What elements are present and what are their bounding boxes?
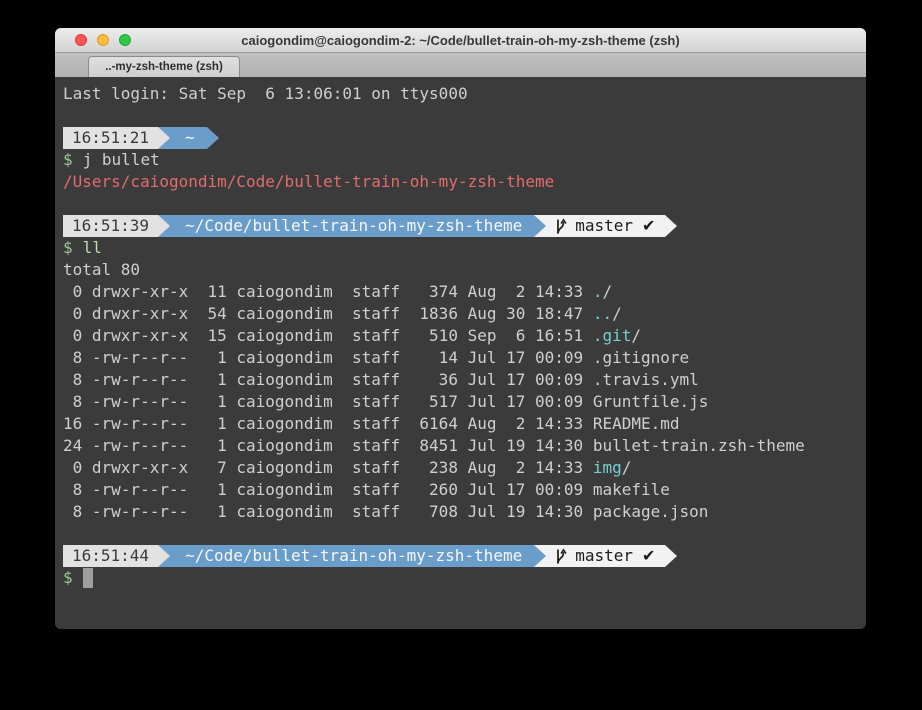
command-text: j bullet (73, 150, 160, 169)
prompt-time-segment: 16:51:44 (63, 545, 158, 567)
command-line-1: $j bullet (63, 149, 858, 171)
git-branch-icon (555, 548, 567, 565)
file-name: . (593, 282, 603, 301)
file-meta: 8 -rw-r--r-- 1 caiogondim staff 14 Jul 1… (63, 348, 593, 367)
powerline-arrow-icon (158, 127, 170, 149)
git-clean-check-icon: ✔ (642, 545, 655, 567)
prompt-line-1: 16:51:21 ~ (63, 127, 858, 149)
file-name: .travis.yml (593, 370, 699, 389)
prompt-time-segment: 16:51:21 (63, 127, 158, 149)
prompt-dir-segment: ~ (170, 127, 207, 149)
desktop: { "window": { "title": "caiogondim@caiog… (0, 0, 922, 710)
file-row: 0 drwxr-xr-x 11 caiogondim staff 374 Aug… (63, 281, 858, 303)
file-suffix: / (631, 326, 641, 345)
terminal-tab[interactable]: ..-my-zsh-theme (zsh) (88, 56, 240, 77)
terminal-window: caiogondim@caiogondim-2: ~/Code/bullet-t… (55, 28, 866, 629)
prompt-dollar: $ (63, 150, 73, 169)
file-row: 0 drwxr-xr-x 7 caiogondim staff 238 Aug … (63, 457, 858, 479)
file-meta: 0 drwxr-xr-x 7 caiogondim staff 238 Aug … (63, 458, 593, 477)
file-suffix: / (602, 282, 612, 301)
tab-label: ..-my-zsh-theme (zsh) (105, 61, 223, 73)
prompt-dollar: $ (63, 238, 73, 257)
file-row: 16 -rw-r--r-- 1 caiogondim staff 6164 Au… (63, 413, 858, 435)
file-row: 8 -rw-r--r-- 1 caiogondim staff 260 Jul … (63, 479, 858, 501)
blank-line (63, 105, 858, 127)
file-row: 8 -rw-r--r-- 1 caiogondim staff 36 Jul 1… (63, 369, 858, 391)
prompt-git-segment: master ✔ (546, 545, 665, 567)
last-login-line: Last login: Sat Sep 6 13:06:01 on ttys00… (63, 83, 858, 105)
blank-line (63, 523, 858, 545)
file-meta: 8 -rw-r--r-- 1 caiogondim staff 36 Jul 1… (63, 370, 593, 389)
file-name: makefile (593, 480, 670, 499)
jump-output-line: /Users/caiogondim/Code/bullet-train-oh-m… (63, 171, 858, 193)
command-text: ll (73, 238, 102, 257)
file-row: 8 -rw-r--r-- 1 caiogondim staff 517 Jul … (63, 391, 858, 413)
file-meta: 24 -rw-r--r-- 1 caiogondim staff 8451 Ju… (63, 436, 593, 455)
git-branch-icon (555, 218, 567, 235)
total-line: total 80 (63, 259, 858, 281)
file-row: 0 drwxr-xr-x 15 caiogondim staff 510 Sep… (63, 325, 858, 347)
traffic-lights (75, 34, 131, 46)
git-branch-name: master (575, 215, 633, 237)
file-name: package.json (593, 502, 709, 521)
command-line-2: $ll (63, 237, 858, 259)
window-title: caiogondim@caiogondim-2: ~/Code/bullet-t… (241, 33, 679, 48)
file-name: Gruntfile.js (593, 392, 709, 411)
command-line-current[interactable]: $ (63, 567, 858, 589)
powerline-arrow-icon (158, 545, 170, 567)
file-name: .gitignore (593, 348, 689, 367)
terminal-screen[interactable]: Last login: Sat Sep 6 13:06:01 on ttys00… (55, 77, 866, 629)
powerline-arrow-icon (534, 545, 546, 567)
file-meta: 16 -rw-r--r-- 1 caiogondim staff 6164 Au… (63, 414, 593, 433)
powerline-arrow-icon (665, 215, 677, 237)
file-meta: 0 drwxr-xr-x 11 caiogondim staff 374 Aug… (63, 282, 593, 301)
file-suffix: / (622, 458, 632, 477)
prompt-dollar: $ (63, 567, 73, 589)
powerline-arrow-icon (534, 215, 546, 237)
window-titlebar[interactable]: caiogondim@caiogondim-2: ~/Code/bullet-t… (55, 28, 866, 53)
prompt-line-3: 16:51:44 ~/Code/bullet-train-oh-my-zsh-t… (63, 545, 858, 567)
file-meta: 0 drwxr-xr-x 54 caiogondim staff 1836 Au… (63, 304, 593, 323)
prompt-dir-segment: ~/Code/bullet-train-oh-my-zsh-theme (170, 215, 534, 237)
file-suffix: / (612, 304, 622, 323)
file-meta: 0 drwxr-xr-x 15 caiogondim staff 510 Sep… (63, 326, 593, 345)
minimize-button[interactable] (97, 34, 109, 46)
file-name: .. (593, 304, 612, 323)
git-branch-name: master (575, 545, 633, 567)
prompt-time-segment: 16:51:39 (63, 215, 158, 237)
file-meta: 8 -rw-r--r-- 1 caiogondim staff 517 Jul … (63, 392, 593, 411)
file-name: img (593, 458, 622, 477)
zoom-button[interactable] (119, 34, 131, 46)
file-row: 0 drwxr-xr-x 54 caiogondim staff 1836 Au… (63, 303, 858, 325)
file-row: 8 -rw-r--r-- 1 caiogondim staff 14 Jul 1… (63, 347, 858, 369)
file-meta: 8 -rw-r--r-- 1 caiogondim staff 260 Jul … (63, 480, 593, 499)
file-name: .git (593, 326, 632, 345)
terminal-cursor (83, 568, 93, 588)
file-name: README.md (593, 414, 680, 433)
tab-bar: ..-my-zsh-theme (zsh) (55, 53, 866, 77)
blank-line (63, 193, 858, 215)
prompt-git-segment: master ✔ (546, 215, 665, 237)
git-clean-check-icon: ✔ (642, 215, 655, 237)
powerline-arrow-icon (158, 215, 170, 237)
file-name: bullet-train.zsh-theme (593, 436, 805, 455)
prompt-line-2: 16:51:39 ~/Code/bullet-train-oh-my-zsh-t… (63, 215, 858, 237)
powerline-arrow-icon (207, 127, 219, 149)
close-button[interactable] (75, 34, 87, 46)
file-row: 8 -rw-r--r-- 1 caiogondim staff 708 Jul … (63, 501, 858, 523)
powerline-arrow-icon (665, 545, 677, 567)
prompt-dir-segment: ~/Code/bullet-train-oh-my-zsh-theme (170, 545, 534, 567)
file-meta: 8 -rw-r--r-- 1 caiogondim staff 708 Jul … (63, 502, 593, 521)
file-row: 24 -rw-r--r-- 1 caiogondim staff 8451 Ju… (63, 435, 858, 457)
